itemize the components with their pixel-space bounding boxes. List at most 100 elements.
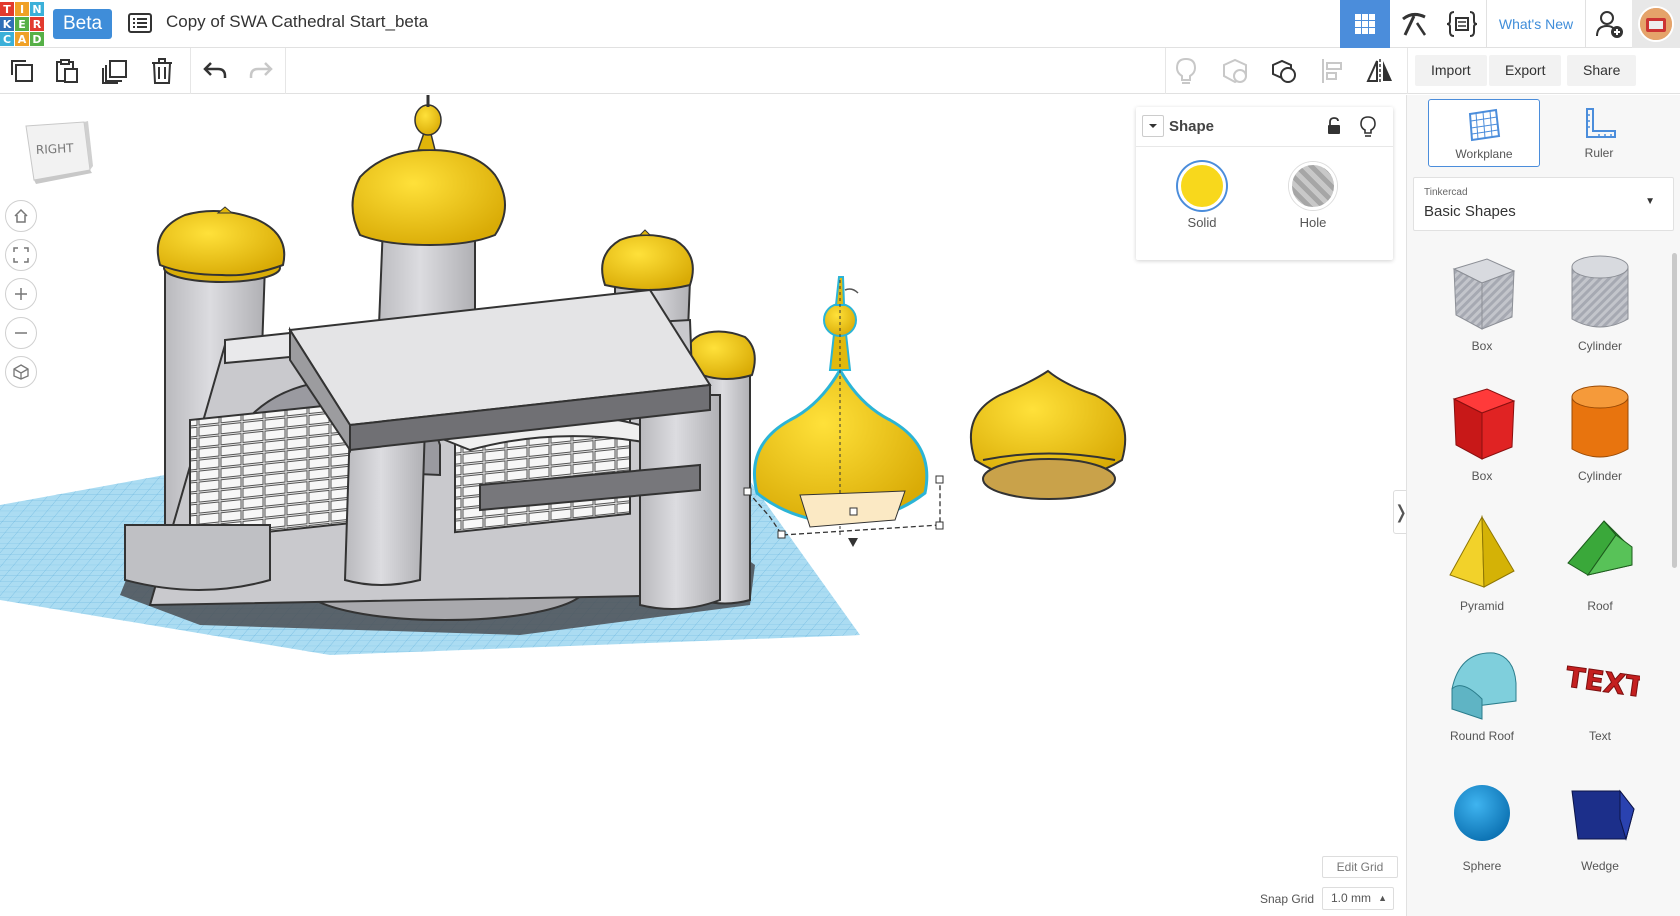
snap-grid-value: 1.0 mm bbox=[1331, 891, 1372, 905]
inspector-collapse-button[interactable] bbox=[1142, 115, 1164, 137]
design-title[interactable]: Copy of SWA Cathedral Start_beta bbox=[166, 12, 428, 32]
workplane-icon bbox=[1468, 108, 1501, 142]
shape-round-roof[interactable]: Round Roof bbox=[1427, 639, 1537, 769]
duplicate-button[interactable] bbox=[100, 56, 130, 86]
shapes-scrollbar[interactable] bbox=[1670, 243, 1678, 916]
logo-letter: N bbox=[30, 2, 44, 16]
box-icon bbox=[1452, 388, 1516, 460]
tinkercad-logo[interactable]: T I N K E R C A D bbox=[0, 2, 44, 46]
invite-user-button[interactable] bbox=[1586, 0, 1632, 48]
shape-pyramid[interactable]: Pyramid bbox=[1427, 509, 1537, 639]
ruler-icon bbox=[1586, 108, 1616, 138]
import-button[interactable]: Import bbox=[1415, 55, 1487, 86]
align-button[interactable] bbox=[1318, 56, 1348, 86]
zoom-in-button[interactable] bbox=[5, 278, 37, 310]
scroll-thumb[interactable] bbox=[1672, 253, 1677, 568]
design-list-icon[interactable] bbox=[128, 12, 152, 34]
shape-sphere[interactable]: Sphere bbox=[1427, 769, 1537, 899]
shape-label: Sphere bbox=[1462, 859, 1502, 873]
caret-down-icon bbox=[1149, 124, 1157, 128]
shape-wedge[interactable]: Wedge bbox=[1545, 769, 1655, 899]
hide-button[interactable] bbox=[1360, 116, 1376, 143]
hole-swatch bbox=[1289, 162, 1337, 210]
unlock-icon bbox=[1328, 117, 1340, 134]
shape-label: Cylinder bbox=[1577, 339, 1622, 353]
roof-icon bbox=[1567, 520, 1633, 576]
selected-onion-dome[interactable] bbox=[743, 276, 944, 547]
blocks-view-button[interactable] bbox=[1390, 0, 1438, 48]
shape-text[interactable]: TEXT Text bbox=[1545, 639, 1655, 769]
inspector-header: Shape bbox=[1136, 107, 1393, 147]
ungroup-icon bbox=[1272, 59, 1296, 83]
code-braces-icon bbox=[1446, 11, 1478, 37]
user-menu-button[interactable] bbox=[1632, 0, 1680, 48]
edit-toolbar: Import Export Share bbox=[0, 48, 1680, 94]
show-all-button[interactable] bbox=[1171, 56, 1201, 86]
redo-icon bbox=[249, 62, 273, 78]
toolbar-divider bbox=[1407, 48, 1408, 94]
fit-icon bbox=[13, 247, 29, 263]
onion-dome[interactable] bbox=[969, 369, 1127, 500]
home-view-button[interactable] bbox=[5, 200, 37, 232]
toolbar-divider bbox=[285, 48, 286, 94]
snap-grid-select[interactable]: 1.0 mm ▲ bbox=[1322, 887, 1394, 910]
shape-inspector: Shape Solid Hole bbox=[1136, 107, 1393, 260]
snap-grid-label: Snap Grid bbox=[1260, 892, 1315, 906]
shape-box[interactable]: Box bbox=[1427, 379, 1537, 509]
workplane-button[interactable]: Workplane bbox=[1428, 99, 1540, 167]
shape-label: Roof bbox=[1587, 599, 1613, 613]
shape-cylinder-hole[interactable]: Cylinder bbox=[1545, 249, 1655, 379]
lock-button[interactable] bbox=[1326, 117, 1342, 140]
view-cube[interactable]: RIGHT bbox=[24, 120, 94, 190]
ungroup-button[interactable] bbox=[1269, 56, 1299, 86]
mirror-button[interactable] bbox=[1365, 56, 1395, 86]
copy-button[interactable] bbox=[7, 56, 37, 86]
workplane-label: Workplane bbox=[1455, 147, 1513, 161]
group-button[interactable] bbox=[1220, 56, 1250, 86]
hole-option[interactable]: Hole bbox=[1273, 162, 1353, 230]
shape-box-hole[interactable]: Box bbox=[1427, 249, 1537, 379]
beta-badge: Beta bbox=[53, 9, 113, 39]
ruler-label: Ruler bbox=[1584, 146, 1614, 160]
toolbar-divider bbox=[190, 48, 191, 94]
ruler-button[interactable]: Ruler bbox=[1543, 99, 1655, 167]
shape-label: Wedge bbox=[1581, 859, 1619, 873]
logo-letter: D bbox=[30, 32, 44, 46]
svg-text:TEXT: TEXT bbox=[1564, 660, 1640, 704]
solid-option[interactable]: Solid bbox=[1162, 162, 1242, 230]
shape-cylinder[interactable]: Cylinder bbox=[1545, 379, 1655, 509]
cylinder-hole-icon bbox=[1571, 255, 1629, 328]
logo-letter: A bbox=[15, 32, 29, 46]
codeblocks-view-button[interactable] bbox=[1438, 0, 1486, 48]
fit-view-button[interactable] bbox=[5, 239, 37, 271]
export-button[interactable]: Export bbox=[1489, 55, 1562, 86]
logo-letter: K bbox=[0, 17, 14, 31]
text-shape-icon: TEXT bbox=[1563, 660, 1640, 705]
whats-new-link[interactable]: What's New bbox=[1486, 0, 1586, 48]
edit-grid-button[interactable]: Edit Grid bbox=[1322, 856, 1398, 878]
tinkercad-editor: T I N K E R C A D Beta Copy of SWA Cathe… bbox=[0, 0, 1680, 916]
mirror-icon bbox=[1366, 59, 1392, 83]
shape-label: Cylinder bbox=[1577, 469, 1622, 483]
3d-design-view-button[interactable] bbox=[1340, 0, 1390, 48]
shape-roof[interactable]: Roof bbox=[1545, 509, 1655, 639]
trash-icon bbox=[152, 58, 172, 84]
box-hole-icon bbox=[1452, 258, 1516, 330]
avatar bbox=[1638, 6, 1674, 42]
zoom-out-button[interactable] bbox=[5, 317, 37, 349]
undo-button[interactable] bbox=[200, 56, 230, 86]
perspective-button[interactable] bbox=[5, 356, 37, 388]
shapes-panel: Workplane Ruler Tinkercad Basic Shapes ▼… bbox=[1406, 95, 1680, 916]
top-right-controls: What's New bbox=[1340, 0, 1680, 48]
pickaxe-icon bbox=[1402, 12, 1427, 36]
3d-viewport[interactable]: RIGHT Shape Solid Hole bbox=[0, 95, 1406, 916]
share-button[interactable]: Share bbox=[1567, 55, 1637, 86]
delete-button[interactable] bbox=[147, 56, 177, 86]
redo-button[interactable] bbox=[246, 56, 276, 86]
duplicate-icon bbox=[102, 60, 127, 84]
view-cube-face-label: RIGHT bbox=[36, 141, 75, 157]
shape-library-select[interactable]: Tinkercad Basic Shapes ▼ bbox=[1413, 177, 1674, 231]
paste-button[interactable] bbox=[52, 56, 82, 86]
wedge-icon bbox=[1571, 789, 1635, 841]
shape-label: Box bbox=[1471, 469, 1493, 483]
